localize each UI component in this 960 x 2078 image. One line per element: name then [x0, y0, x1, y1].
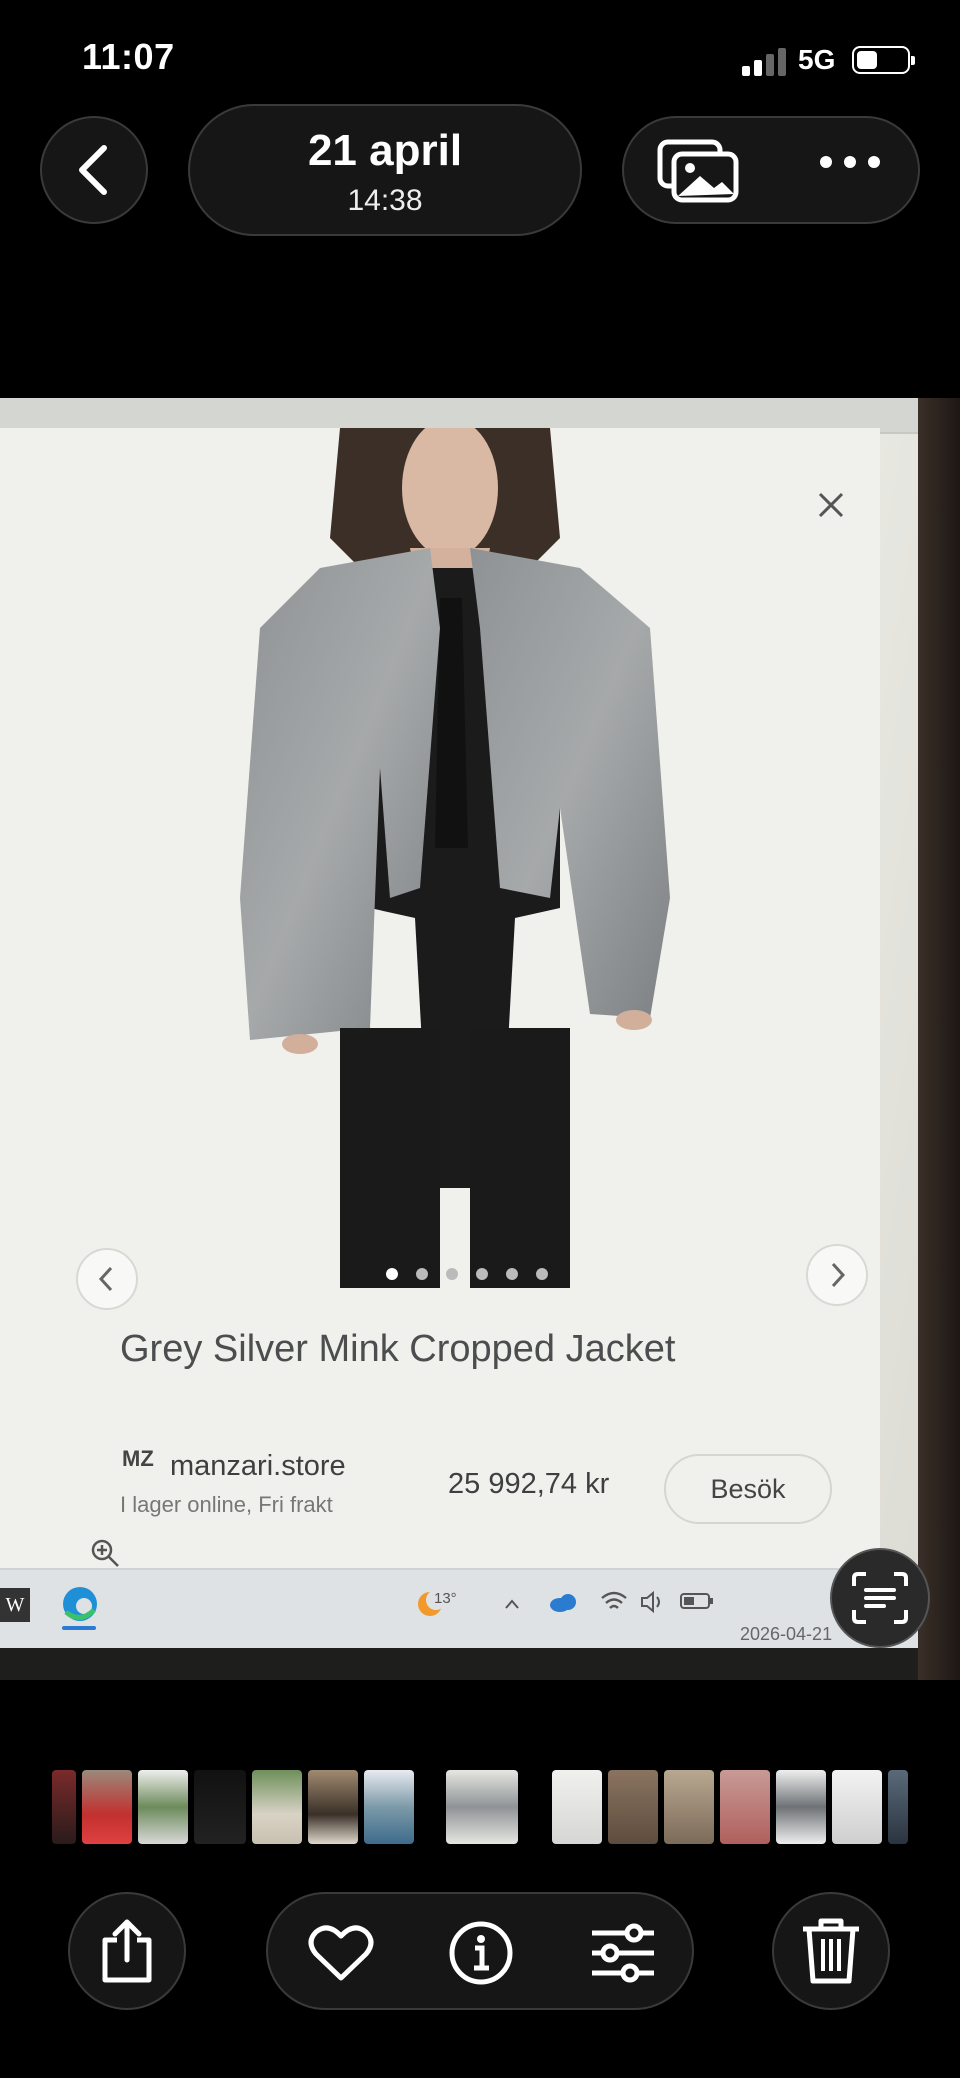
thumbnail[interactable]	[82, 1770, 132, 1844]
share-button[interactable]	[68, 1892, 186, 2010]
pagination-dot[interactable]	[506, 1268, 518, 1280]
next-image-button[interactable]	[806, 1244, 868, 1306]
edge-icon[interactable]	[60, 1584, 100, 1624]
taskbar-date: 2026-04-21	[740, 1624, 833, 1644]
thumbnail[interactable]	[664, 1770, 714, 1844]
prev-arrow-icon	[98, 1266, 113, 1292]
price: 25 992,74 kr	[448, 1468, 610, 1500]
back-icon	[79, 145, 107, 195]
adjust-button[interactable]	[586, 1916, 660, 1990]
thumbnail[interactable]	[194, 1770, 246, 1844]
weather-temperature: 13°	[434, 1590, 457, 1607]
product-card	[0, 428, 880, 1578]
thumbnail-current[interactable]	[446, 1770, 518, 1844]
image-pagination[interactable]	[386, 1268, 548, 1280]
delete-button[interactable]	[772, 1892, 890, 2010]
live-text-icon	[852, 1572, 908, 1624]
heart-icon	[308, 1925, 374, 1981]
gallery-icon[interactable]	[656, 138, 740, 204]
thumbnail[interactable]	[832, 1770, 882, 1844]
app-icon-w[interactable]: W	[0, 1588, 30, 1622]
adjust-icon	[592, 1923, 654, 1983]
thumbnail[interactable]	[52, 1770, 76, 1844]
photo-actions	[266, 1892, 694, 2010]
back-button[interactable]	[40, 116, 148, 224]
wifi-icon[interactable]	[600, 1590, 628, 1614]
monitor-screen: Grey Silver Mink Cropped Jacket MZ manza…	[0, 398, 918, 1648]
live-text-button[interactable]	[830, 1548, 930, 1648]
active-indicator	[62, 1626, 96, 1630]
stock-info: I lager online, Fri frakt	[120, 1492, 333, 1517]
thumbnail[interactable]	[608, 1770, 658, 1844]
pagination-dot[interactable]	[536, 1268, 548, 1280]
share-icon	[102, 1919, 152, 1983]
product-image[interactable]	[230, 428, 700, 1288]
store-name[interactable]: manzari.store	[170, 1450, 346, 1483]
prev-image-button[interactable]	[76, 1248, 138, 1310]
status-time: 11:07	[82, 36, 175, 77]
product-title: Grey Silver Mink Cropped Jacket	[120, 1328, 676, 1370]
pagination-dot[interactable]	[476, 1268, 488, 1280]
cloud-icon[interactable]	[548, 1592, 578, 1614]
date-header: 21 april 14:38	[188, 104, 582, 236]
volume-icon[interactable]	[640, 1590, 666, 1614]
thumbnail[interactable]	[138, 1770, 188, 1844]
thumbnail[interactable]	[364, 1770, 414, 1844]
network-label: 5G	[798, 44, 836, 75]
battery-icon	[852, 46, 915, 74]
photo-viewer[interactable]: Grey Silver Mink Cropped Jacket MZ manza…	[0, 398, 960, 1680]
thumbnail[interactable]	[888, 1770, 908, 1844]
thumbnail[interactable]	[720, 1770, 770, 1844]
pagination-dot[interactable]	[386, 1268, 398, 1280]
pagination-dot[interactable]	[416, 1268, 428, 1280]
pagination-dot[interactable]	[446, 1268, 458, 1280]
next-arrow-icon	[831, 1262, 846, 1288]
thumbnail[interactable]	[252, 1770, 302, 1844]
thumbnail[interactable]	[308, 1770, 358, 1844]
thumbnail-strip[interactable]	[0, 1760, 960, 1854]
more-icon[interactable]	[820, 156, 880, 168]
store-logo: MZ	[122, 1446, 154, 1471]
battery-tray-icon[interactable]	[680, 1592, 714, 1610]
thumbnail[interactable]	[552, 1770, 602, 1844]
time-label: 14:38	[347, 184, 423, 217]
top-actions	[622, 116, 920, 224]
date-label: 21 april	[307, 126, 463, 175]
chevron-up-icon[interactable]	[504, 1598, 520, 1610]
info-button[interactable]	[444, 1916, 518, 1990]
close-icon[interactable]	[816, 490, 846, 520]
zoom-icon[interactable]	[90, 1538, 120, 1568]
trash-icon	[803, 1918, 859, 1984]
favorite-button[interactable]	[304, 1916, 378, 1990]
signal-icon	[742, 48, 786, 76]
info-icon	[449, 1921, 513, 1985]
monitor-bezel	[918, 398, 960, 1680]
thumbnail[interactable]	[776, 1770, 826, 1844]
visit-button[interactable]: Besök	[664, 1454, 832, 1524]
